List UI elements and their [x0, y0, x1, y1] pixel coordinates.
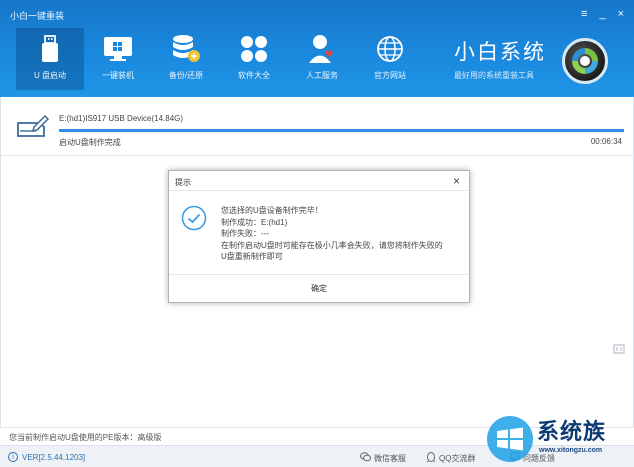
nav-label: 人工服务	[306, 71, 338, 80]
nav-software[interactable]: 软件大全	[220, 28, 288, 90]
monitor-icon	[102, 34, 134, 64]
dialog-line: U盘重新制作即可	[221, 252, 283, 261]
nav-backup-restore[interactable]: 备份/还原	[152, 28, 220, 90]
nav-label: 软件大全	[238, 71, 270, 80]
dialog-line: 在制作启动U盘时可能存在极小几率会失败，请您将制作失败的	[221, 240, 443, 250]
nav-manual-service[interactable]: 人工服务	[288, 28, 356, 90]
dialog-line: 制作成功：E:(hd1)	[221, 217, 288, 227]
nav-label: 官方网站	[374, 71, 406, 80]
device-name: E:(hd1)IS917 USB Device(14.84G)	[59, 114, 184, 123]
check-circle-icon	[181, 205, 207, 233]
database-icon	[170, 34, 202, 64]
progress-fill	[59, 129, 624, 132]
dialog-line: 您选择的U盘设备制作完毕！	[221, 206, 323, 215]
brand: 小白系统 最好用的系统重装工具	[454, 36, 546, 81]
wechat-icon	[360, 452, 371, 464]
minimize-button[interactable]: _	[599, 8, 605, 20]
scroll-handle-icon[interactable]	[613, 344, 625, 354]
elapsed-time: 00:06:34	[590, 137, 622, 146]
qq-icon	[426, 452, 436, 465]
windows-logo-icon	[487, 416, 533, 462]
watermark: 系统族 www.xitongzu.com	[483, 412, 634, 467]
dialog-message: 您选择的U盘设备制作完毕！ 制作成功：E:(hd1) 制作失败：--- 在制作启…	[221, 205, 443, 263]
info-icon: i	[8, 452, 18, 462]
logo-icon	[562, 38, 608, 84]
device-status: 启动U盘制作完成	[59, 138, 121, 147]
window-controls: ≡ _ ×	[581, 8, 624, 20]
menu-button[interactable]: ≡	[581, 8, 587, 20]
progress-bar	[59, 129, 624, 132]
dialog-close-button[interactable]: ×	[453, 174, 460, 188]
brand-slogan: 最好用的系统重装工具	[454, 71, 534, 80]
dialog-line: 制作失败：---	[221, 229, 269, 238]
globe-icon	[374, 34, 406, 64]
dialog-header: 提示 ×	[169, 171, 469, 191]
nav-label: U 盘启动	[34, 71, 66, 80]
wechat-support-link[interactable]: 微信客服	[360, 452, 406, 464]
nav-label: 一键装机	[102, 71, 134, 80]
nav-usb-boot[interactable]: U 盘启动	[16, 28, 84, 90]
ok-button[interactable]: 确定	[293, 280, 345, 297]
pe-version-text: 您当前制作启动U盘使用的PE版本：高级版	[9, 433, 162, 442]
version-info[interactable]: i VER[2.5.44.1203]	[8, 452, 85, 462]
qq-label: QQ交流群	[439, 454, 476, 463]
nav-official-site[interactable]: 官方网站	[356, 28, 424, 90]
dialog-footer: 确定	[169, 275, 469, 302]
main-nav: U 盘启动 一键装机 备份/还原 软件大全 人工服务 官方网站	[16, 28, 424, 90]
usb-icon	[34, 34, 66, 64]
window-title: 小白一键重装	[10, 11, 65, 21]
app-header: 小白一键重装 ≡ _ × U 盘启动 一键装机 备份/还原 软件大全 人工服务 …	[0, 0, 634, 97]
nav-label: 备份/还原	[168, 71, 204, 80]
brand-name: 小白系统	[454, 41, 546, 64]
wechat-label: 微信客服	[374, 453, 406, 463]
dialog-title: 提示	[175, 178, 191, 187]
support-person-icon	[306, 34, 338, 64]
qq-group-link[interactable]: QQ交流群	[426, 452, 475, 465]
nav-one-click-install[interactable]: 一键装机	[84, 28, 152, 90]
apps-icon	[238, 34, 270, 64]
watermark-url: www.xitongzu.com	[539, 447, 603, 454]
dialog-body: 您选择的U盘设备制作完毕！ 制作成功：E:(hd1) 制作失败：--- 在制作启…	[169, 191, 469, 275]
watermark-text: 系统族	[537, 420, 607, 445]
version-text: VER[2.5.44.1203]	[22, 452, 86, 462]
close-window-button[interactable]: ×	[618, 8, 624, 20]
main-panel: E:(hd1)IS917 USB Device(14.84G) 启动U盘制作完成…	[0, 97, 634, 427]
usb-drive-icon	[16, 114, 50, 142]
device-row: E:(hd1)IS917 USB Device(14.84G) 启动U盘制作完成…	[1, 104, 633, 156]
completion-dialog: 提示 × 您选择的U盘设备制作完毕！ 制作成功：E:(hd1) 制作失败：---…	[168, 170, 470, 303]
